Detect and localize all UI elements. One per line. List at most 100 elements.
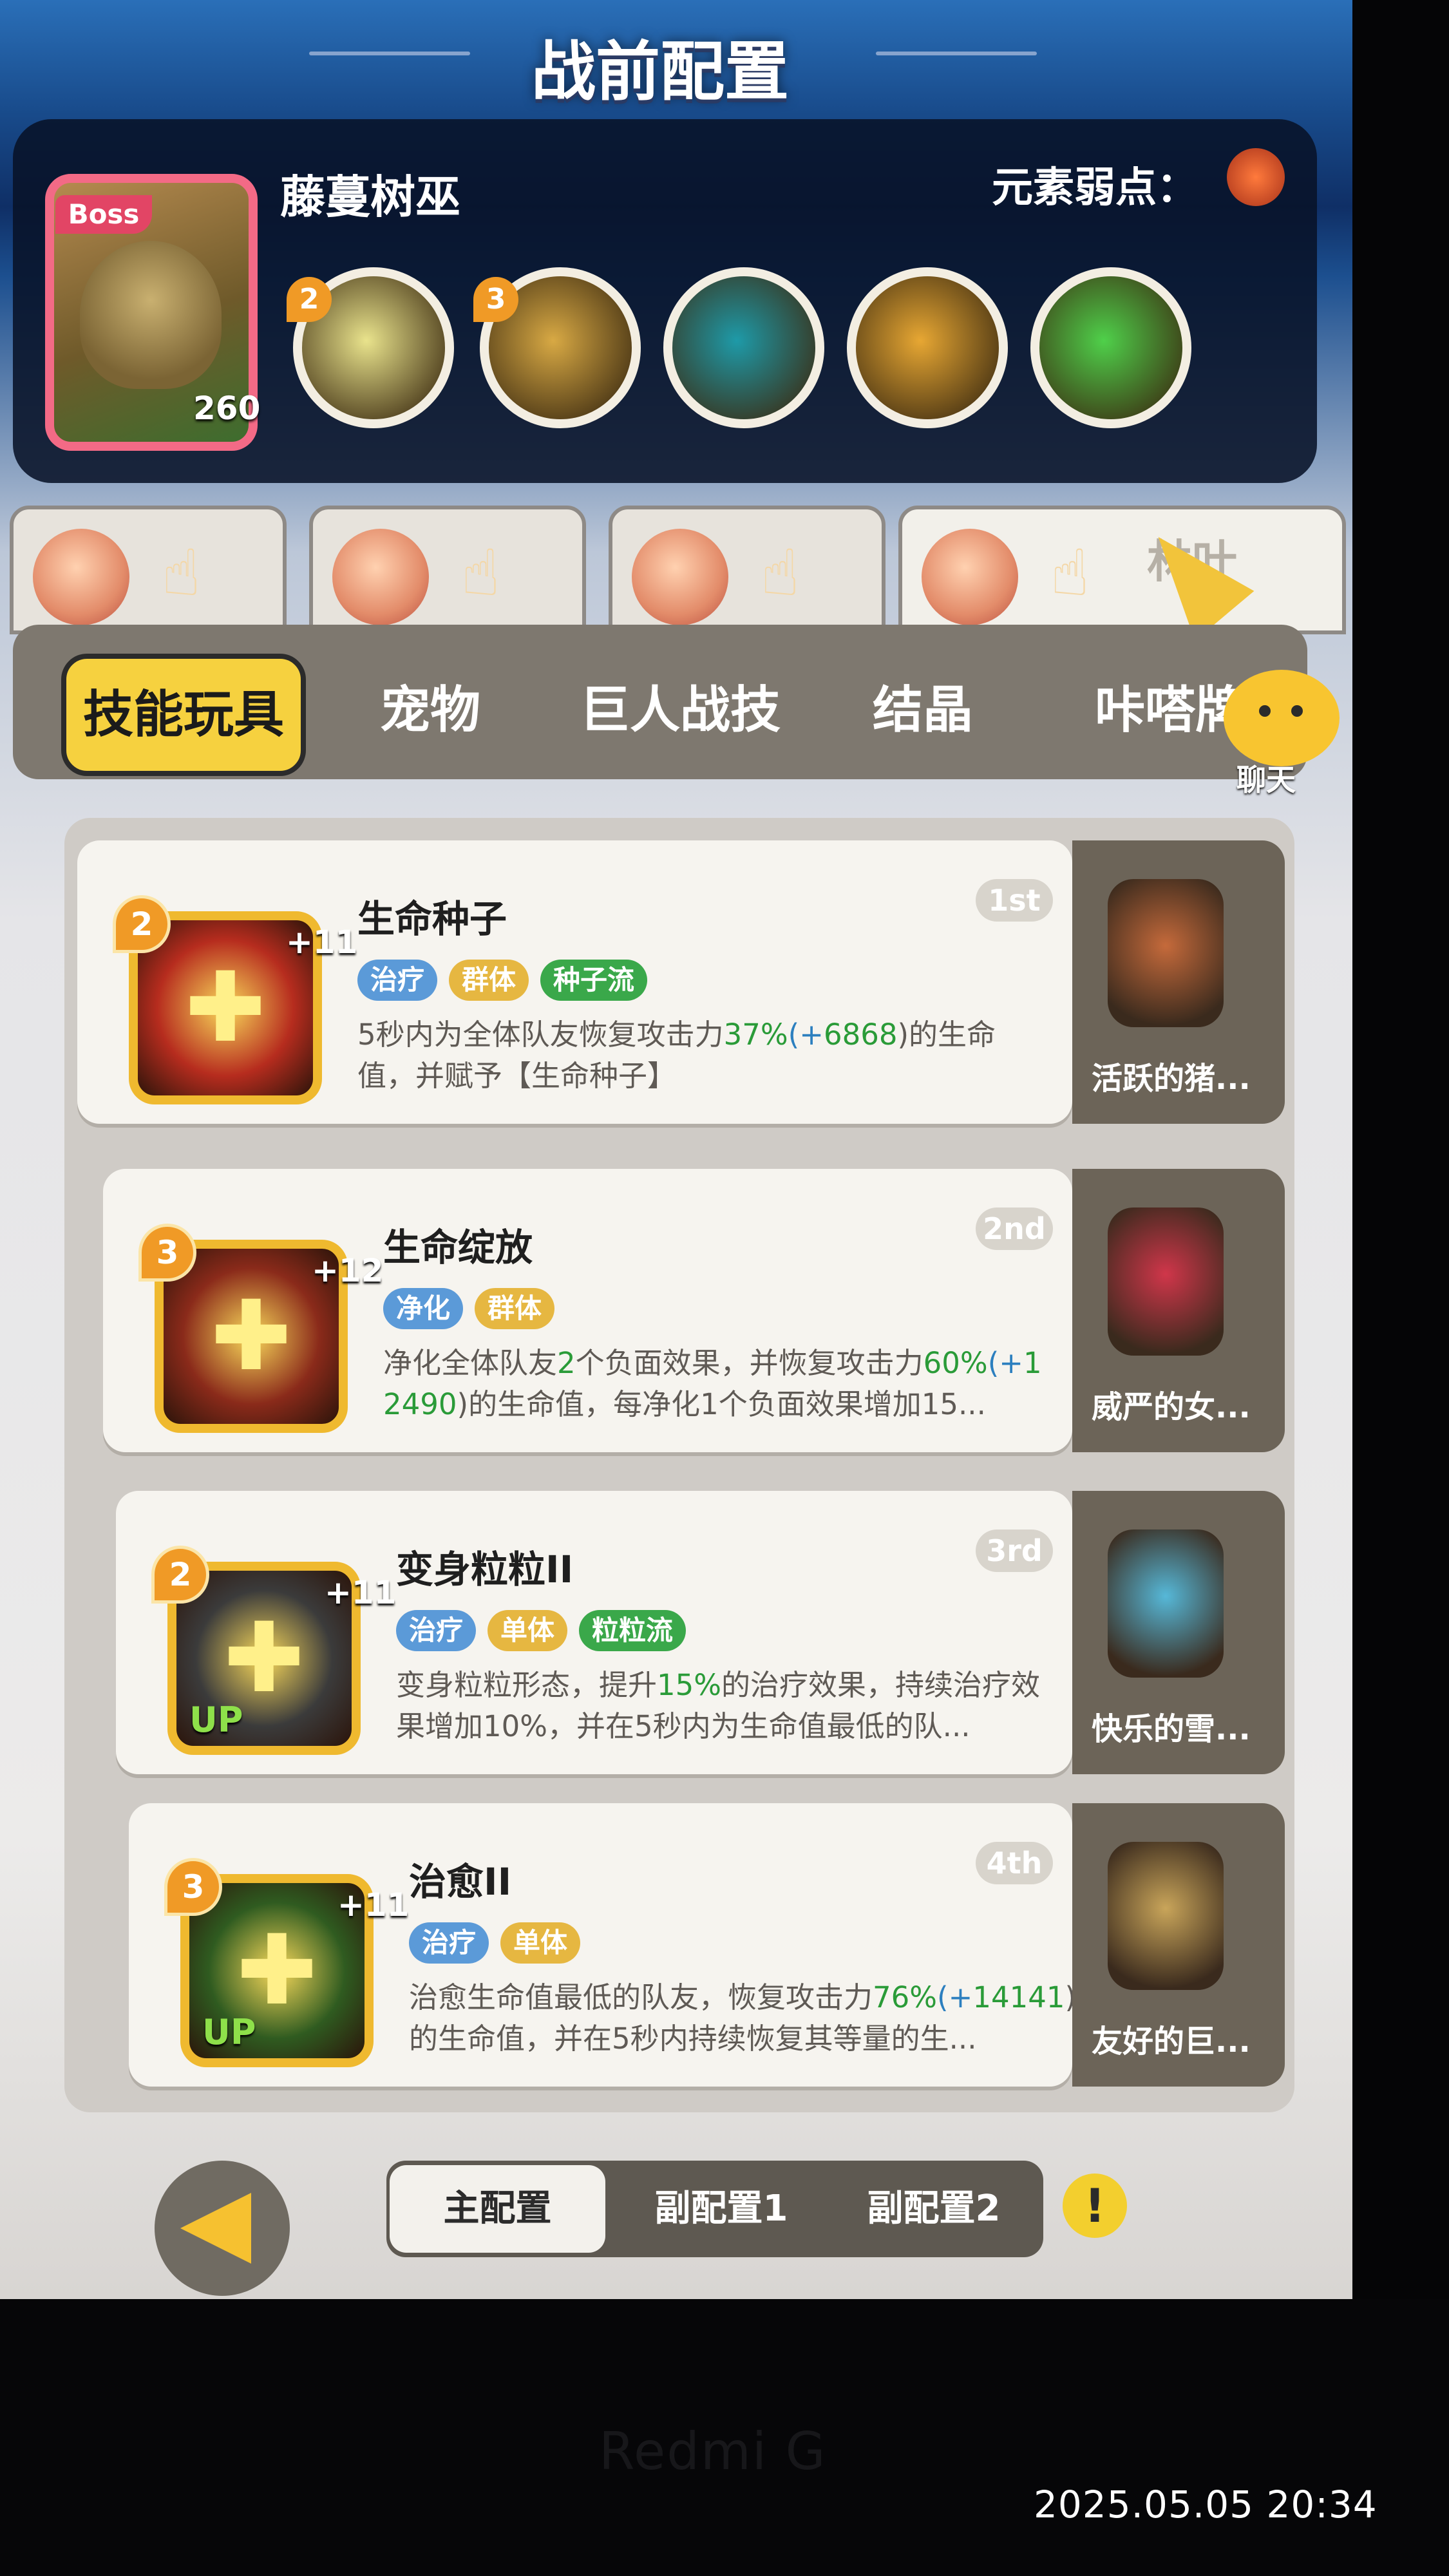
sub-config-2-tab[interactable]: 副配置2: [831, 2161, 1037, 2257]
skill-tag: 治疗: [409, 1922, 489, 1964]
page-title: 战前配置: [531, 34, 789, 109]
description-segment: 5秒内为全体队友恢复攻击力: [357, 1018, 724, 1052]
chat-eye: [1291, 705, 1303, 717]
device-bezel: [1352, 0, 1449, 2576]
boss-face-icon: [80, 241, 222, 389]
player-tab-3[interactable]: ☝: [609, 506, 886, 634]
skill-plus-level: +11: [325, 1574, 397, 1611]
skill-tag: 种子流: [540, 960, 648, 1001]
skill-name: 变身粒粒II: [396, 1548, 574, 1591]
element-weakness-label: 元素弱点：: [992, 164, 1198, 212]
skill-tag: 单体: [488, 1610, 568, 1651]
skill-plus-level: +11: [337, 1886, 410, 1924]
skill-plus-level: +12: [312, 1252, 384, 1289]
player-tab-1[interactable]: ☝: [10, 506, 287, 634]
pet-slot[interactable]: 友好的巨...: [1072, 1803, 1285, 2087]
description-segment: 个负面效果，并恢复攻击力: [575, 1346, 923, 1380]
skill-tag: 群体: [475, 1288, 555, 1329]
skill-count-badge: 2: [287, 277, 332, 322]
description-segment: 净化全体队友: [383, 1346, 558, 1380]
skill-name: 生命绽放: [383, 1226, 533, 1269]
boss-tag: Boss: [55, 195, 152, 234]
skill-count-badge: 3: [138, 1224, 196, 1282]
boss-skill-claw-icon[interactable]: [847, 267, 1008, 428]
tab-kada-cards[interactable]: 咔嗒牌: [1095, 670, 1245, 742]
pet-slot[interactable]: 活跃的猪...: [1072, 840, 1285, 1124]
description-segment: )的生命值，每净化1个负面效果增加15...: [457, 1387, 986, 1421]
player-avatar: [33, 529, 129, 625]
sub-config-1-tab[interactable]: 副配置1: [618, 2161, 824, 2257]
skill-name: 生命种子: [357, 897, 507, 941]
description-segment: 60%: [923, 1346, 988, 1380]
player-avatar: [632, 529, 728, 625]
info-button[interactable]: !: [1063, 2174, 1127, 2238]
skill-tag: 群体: [449, 960, 529, 1001]
back-button[interactable]: [155, 2161, 290, 2296]
skill-count-badge: 2: [151, 1546, 209, 1604]
skill-count-badge: 2: [113, 895, 171, 953]
skill-tag: 净化: [383, 1288, 464, 1329]
boss-skill-shadow-icon[interactable]: [663, 267, 824, 428]
description-segment: (+: [937, 1980, 973, 2014]
player-tab-2[interactable]: ☝: [309, 506, 586, 634]
tab-giant-skills[interactable]: 巨人战技: [580, 670, 781, 742]
tap-hand-icon: ☝: [1050, 535, 1090, 611]
tap-hand-icon: ☝: [761, 535, 800, 611]
skill-tag: 粒粒流: [579, 1610, 687, 1651]
device-brand: Redmi G: [599, 2421, 827, 2481]
skill-description: 治愈生命值最低的队友，恢复攻击力76%(+14141)的生命值，并在5秒内持续恢…: [409, 1977, 1079, 2060]
pet-slot[interactable]: 威严的女...: [1072, 1169, 1285, 1452]
game-screen: 战前配置 Boss 260 藤蔓树巫 元素弱点： 2 3 ☝ ☝ ☝ ☝ 林叶 技…: [0, 0, 1352, 2299]
player-tab-4[interactable]: ☝ 林叶: [898, 506, 1346, 634]
tab-crystals[interactable]: 结晶: [873, 670, 973, 742]
tap-hand-icon: ☝: [461, 535, 500, 611]
pet-portrait-icon: [1108, 1530, 1224, 1678]
skill-count-badge: 3: [473, 277, 518, 322]
description-segment: 15%: [657, 1668, 722, 1702]
chat-ghost-icon[interactable]: [1224, 670, 1340, 766]
main-config-tab[interactable]: 主配置: [390, 2165, 605, 2253]
pet-slot[interactable]: 快乐的雪...: [1072, 1491, 1285, 1774]
skill-card[interactable]: ✚ +11 2 生命种子 1st 治疗 群体 种子流 5秒内为全体队友恢复攻击力37%(+686…: [77, 840, 1072, 1124]
skill-card[interactable]: ✚ +11 UP 3 治愈II 4th 治疗 单体 治愈生命值最低的队友，恢复攻击力76%(+1…: [129, 1803, 1076, 2087]
skill-rank-badge: 2nd: [976, 1208, 1053, 1250]
description-segment: 6868: [823, 1018, 898, 1052]
skill-description: 变身粒粒形态，提升15%的治疗效果，持续治疗效果增加10%，并在5秒内为生命值最…: [396, 1665, 1066, 1747]
skill-count-badge: 3: [164, 1858, 222, 1916]
skill-up-badge: UP: [189, 1700, 243, 1740]
skill-card[interactable]: ✚ +11 UP 2 变身粒粒II 3rd 治疗 单体 粒粒流 变身粒粒形态，提升15%的治疗效果…: [116, 1491, 1072, 1774]
pet-name: 威严的女...: [1092, 1389, 1251, 1425]
fire-element-icon[interactable]: [1227, 148, 1285, 206]
chat-eye: [1259, 705, 1271, 717]
tap-hand-icon: ☝: [162, 535, 201, 611]
boss-level: 260: [193, 390, 261, 427]
skill-rank-badge: 1st: [976, 879, 1053, 922]
pet-portrait-icon: [1108, 1208, 1224, 1356]
player-avatar: [922, 529, 1018, 625]
skill-card[interactable]: ✚ +12 3 生命绽放 2nd 净化 群体 净化全体队友2个负面效果，并恢复攻击力60%(+…: [103, 1169, 1072, 1452]
description-segment: (+: [788, 1018, 824, 1052]
tab-pets[interactable]: 宠物: [380, 670, 480, 742]
skill-tag: 治疗: [396, 1610, 477, 1651]
skill-rank-badge: 4th: [976, 1842, 1053, 1884]
pet-portrait-icon: [1108, 879, 1224, 1027]
description-segment: 37%: [723, 1018, 788, 1052]
description-segment: (+: [987, 1346, 1023, 1380]
photo-timestamp: 2025.05.05 20:34: [1034, 2483, 1378, 2526]
tab-skill-toys[interactable]: 技能玩具: [61, 654, 306, 776]
description-segment: 变身粒粒形态，提升: [396, 1668, 658, 1702]
pet-name: 友好的巨...: [1092, 2023, 1251, 2060]
pet-name: 活跃的猪...: [1092, 1061, 1251, 1097]
chat-label[interactable]: 聊天: [1236, 757, 1296, 799]
skill-tag: 治疗: [357, 960, 438, 1001]
skill-description: 5秒内为全体队友恢复攻击力37%(+6868)的生命值，并赋予【生命种子】: [357, 1014, 1027, 1097]
boss-skill-slime-icon[interactable]: [1030, 267, 1191, 428]
pet-portrait-icon: [1108, 1842, 1224, 1990]
pet-name: 快乐的雪...: [1092, 1711, 1251, 1747]
description-segment: 治愈生命值最低的队友，恢复攻击力: [409, 1980, 873, 2014]
description-segment: 14141: [972, 1980, 1065, 2014]
skill-rank-badge: 3rd: [976, 1530, 1053, 1572]
skill-plus-level: +11: [286, 923, 358, 961]
back-arrow-icon: [180, 2193, 251, 2264]
boss-name: 藤蔓树巫: [280, 171, 460, 223]
